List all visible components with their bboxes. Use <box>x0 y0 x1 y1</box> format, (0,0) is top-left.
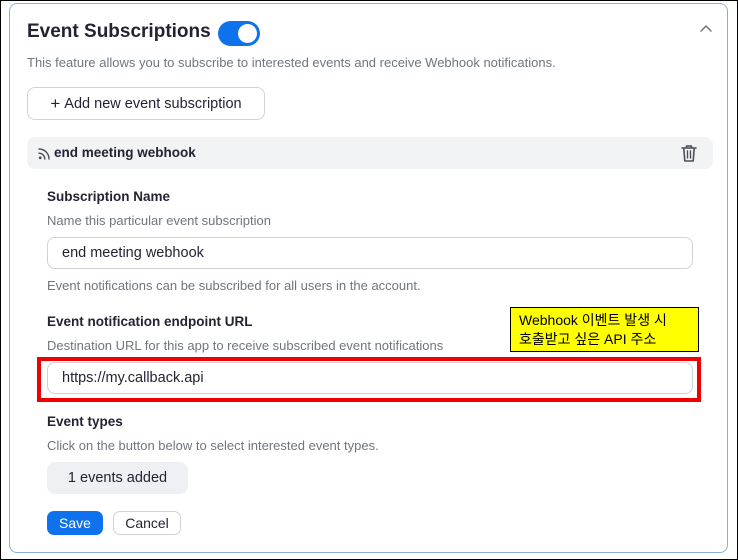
subscription-header[interactable]: end meeting webhook <box>27 137 713 169</box>
toggle-knob <box>238 24 257 43</box>
annotation-line-2: 호출받고 싶은 API 주소 <box>519 331 657 347</box>
subscription-scope-note: Event notifications can be subscribed fo… <box>47 278 421 293</box>
subscription-name-label: Subscription Name <box>47 189 171 204</box>
subscription-name-input[interactable] <box>47 237 693 269</box>
section-title: Event Subscriptions <box>27 21 211 42</box>
subscription-header-name: end meeting webhook <box>54 145 196 160</box>
add-event-subscription-button[interactable]: + Add new event subscription <box>27 87 265 120</box>
subscription-name-hint: Name this particular event subscription <box>47 213 271 228</box>
trash-icon[interactable] <box>679 143 699 163</box>
section-description: This feature allows you to subscribe to … <box>27 55 556 70</box>
highlight-box <box>37 357 701 402</box>
plus-icon: + <box>50 94 61 113</box>
event-types-label: Event types <box>47 414 123 429</box>
endpoint-url-label: Event notification endpoint URL <box>47 314 253 329</box>
event-subscriptions-toggle[interactable] <box>218 21 260 46</box>
endpoint-url-hint: Destination URL for this app to receive … <box>47 338 444 353</box>
rss-icon <box>38 148 50 160</box>
save-button[interactable]: Save <box>47 511 103 535</box>
event-types-hint: Click on the button below to select inte… <box>47 438 379 453</box>
chevron-up-icon[interactable] <box>699 22 713 36</box>
annotation-line-1: Webhook 이벤트 발생 시 <box>519 312 667 328</box>
add-button-label: Add new event subscription <box>64 95 242 112</box>
event-types-button[interactable]: 1 events added <box>47 462 188 494</box>
annotation-callout: Webhook 이벤트 발생 시 호출받고 싶은 API 주소 <box>510 307 699 352</box>
cancel-button[interactable]: Cancel <box>113 511 181 535</box>
